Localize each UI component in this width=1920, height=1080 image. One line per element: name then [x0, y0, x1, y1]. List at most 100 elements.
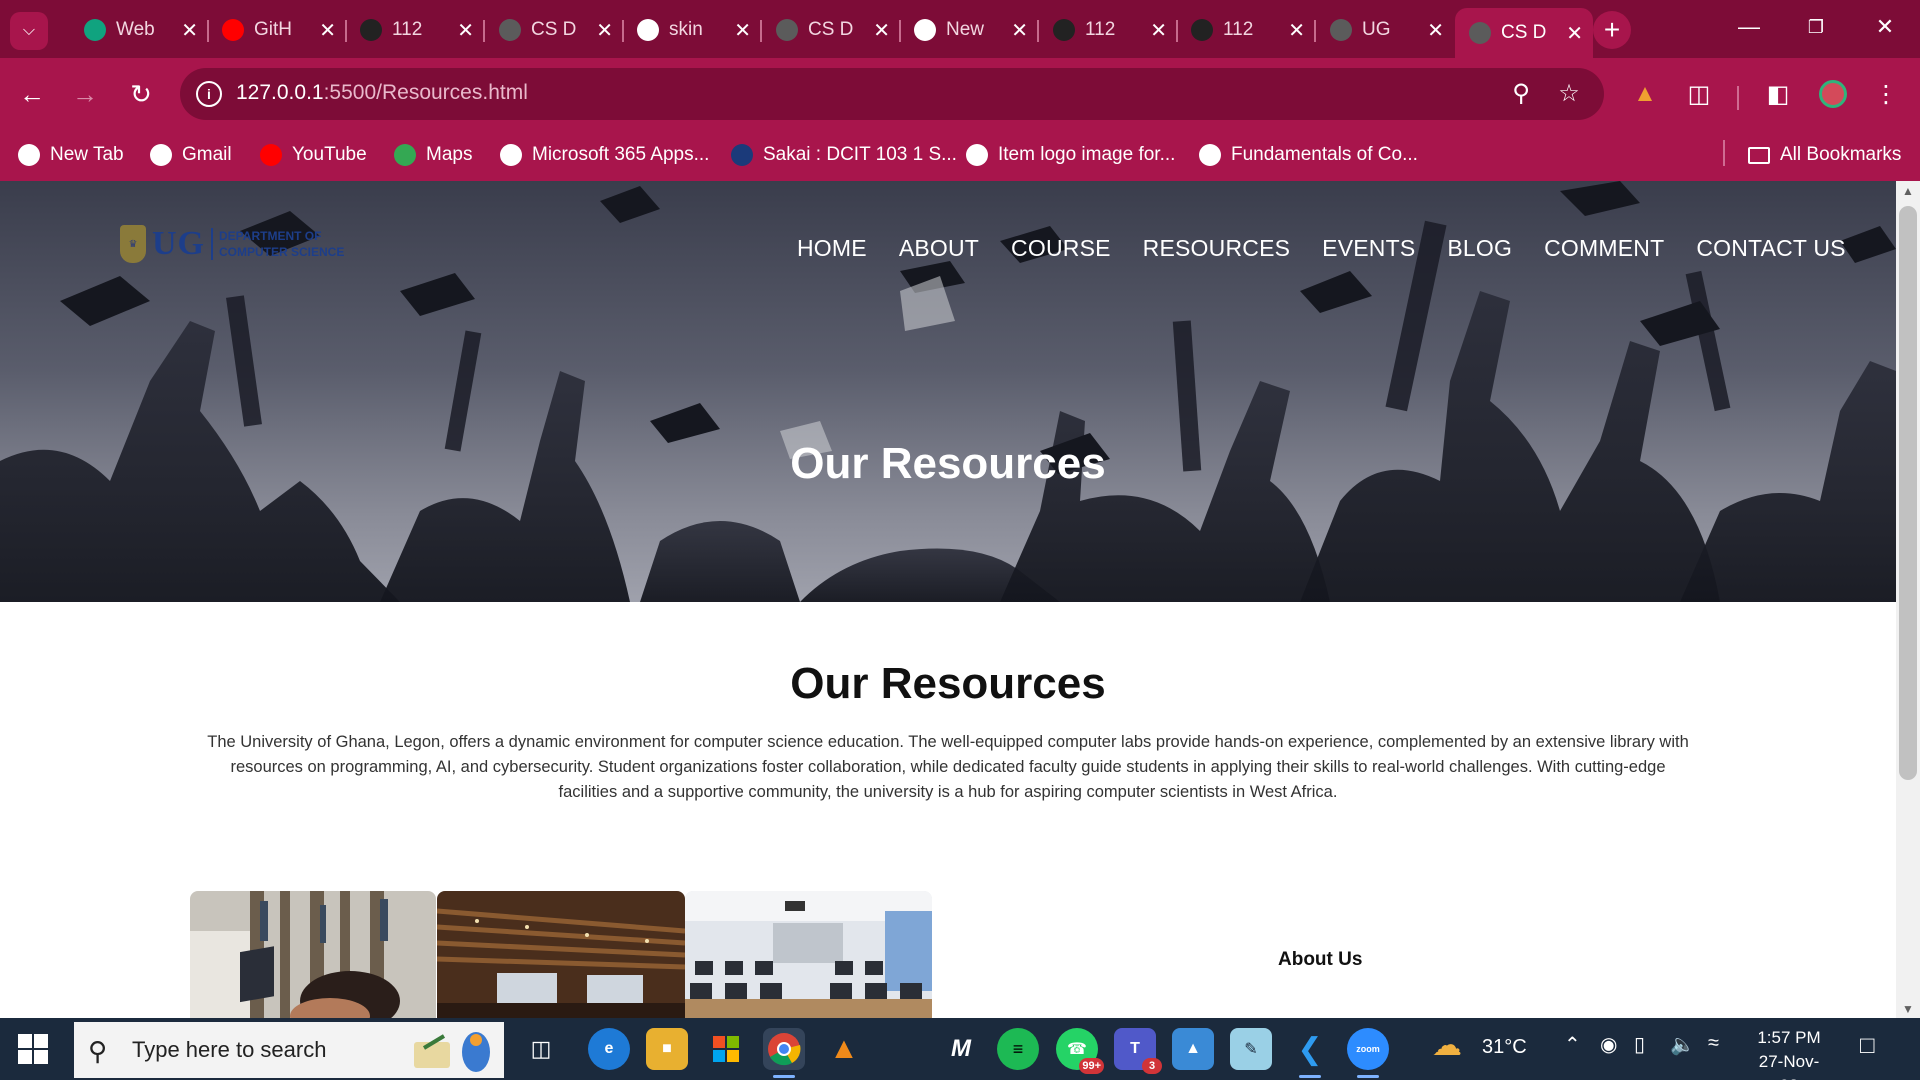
browser-tab[interactable]: 112 ✕ [1039, 10, 1178, 50]
extension-warning-icon[interactable]: ▲ [1625, 74, 1665, 114]
tab-search-button[interactable]: ⌵ [10, 12, 48, 50]
bookmarks-bar: New Tab Gmail YouTube Maps Microsoft 365 App… [0, 130, 1920, 181]
lecture-hall-photo [437, 891, 685, 1018]
whatsapp-icon[interactable]: ☎ 99+ [1056, 1028, 1104, 1074]
search-highlight-icon [414, 1032, 490, 1072]
tab-title: CS D [1501, 22, 1547, 43]
scroll-down-icon[interactable]: ▼ [1900, 1002, 1916, 1016]
task-view-icon[interactable]: ◫ [520, 1028, 562, 1070]
close-tab-icon[interactable]: ✕ [1011, 18, 1028, 43]
new-tab-button[interactable]: + [1593, 11, 1631, 49]
bookmark-item[interactable]: Sakai : DCIT 103 1 S... [731, 138, 957, 172]
notepad-icon[interactable]: ✎ [1230, 1028, 1272, 1070]
nav-link-course[interactable]: COURSE [1011, 235, 1111, 262]
scrollbar-thumb[interactable] [1899, 206, 1917, 780]
close-tab-icon[interactable]: ✕ [319, 18, 336, 43]
weather-icon[interactable]: ☁ [1432, 1028, 1462, 1063]
github-icon [360, 19, 382, 41]
all-bookmarks-label: All Bookmarks [1780, 144, 1902, 165]
tab-title: New [946, 19, 985, 40]
show-hidden-icons-icon[interactable]: ⌃ [1564, 1032, 1581, 1057]
reload-button[interactable]: ↻ [121, 74, 161, 114]
close-tab-icon[interactable]: ✕ [734, 18, 751, 43]
browser-tab[interactable]: skin ✕ [623, 10, 762, 50]
tab-title: skin [669, 19, 703, 40]
browser-tab[interactable]: CS D ✕ [762, 10, 901, 50]
extensions-icon[interactable]: ◫ [1679, 74, 1719, 114]
bookmark-label: YouTube [292, 144, 367, 165]
ug-crest-icon: ♛ [120, 225, 146, 263]
system-clock[interactable]: 1:57 PM 27-Nov-23 [1754, 1026, 1824, 1080]
side-panel-icon[interactable]: ◧ [1758, 74, 1798, 114]
more-menu-icon[interactable]: ⋮ [1866, 74, 1906, 114]
bookmark-item[interactable]: YouTube [260, 138, 367, 172]
nav-link-events[interactable]: EVENTS [1322, 235, 1415, 262]
weather-temp[interactable]: 31°C [1482, 1036, 1527, 1059]
ug-logo[interactable]: ♛ UG DEPARTMENT OF COMPUTER SCIENCE [120, 225, 344, 263]
close-tab-icon[interactable]: ✕ [873, 18, 890, 43]
profile-avatar[interactable] [1813, 74, 1853, 114]
bookmark-item[interactable]: Microsoft 365 Apps... [500, 138, 709, 172]
teams-icon[interactable]: T3 [1114, 1028, 1162, 1074]
browser-tab[interactable]: 112 ✕ [346, 10, 485, 50]
library-photo [190, 891, 436, 1018]
close-tab-icon[interactable]: ✕ [457, 18, 474, 43]
wifi-icon[interactable]: ≈ [1708, 1032, 1719, 1055]
vlc-icon[interactable]: ▲ [823, 1028, 865, 1070]
chrome-icon [914, 19, 936, 41]
browser-tab[interactable]: UG ✕ [1316, 10, 1454, 50]
nav-link-contact-us[interactable]: CONTACT US [1696, 235, 1845, 262]
edge-icon[interactable]: e [588, 1028, 630, 1070]
bookmark-item[interactable]: Fundamentals of Co... [1199, 138, 1418, 172]
all-bookmarks-button[interactable]: All Bookmarks [1748, 138, 1901, 172]
browser-tab[interactable]: New ✕ [900, 10, 1039, 50]
bookmark-item[interactable]: Maps [394, 138, 472, 172]
windows-start-icon[interactable] [18, 1034, 48, 1064]
browser-tab[interactable]: CS D ✕ [1455, 8, 1593, 58]
site-info-icon[interactable]: i [196, 81, 222, 107]
close-tab-icon[interactable]: ✕ [596, 18, 613, 43]
nav-link-home[interactable]: HOME [797, 235, 867, 262]
nav-link-resources[interactable]: RESOURCES [1143, 235, 1291, 262]
notion-icon[interactable]: M [940, 1028, 982, 1070]
browser-tab[interactable]: GitH ✕ [208, 10, 347, 50]
zoom-icon[interactable]: ⚲ [1506, 79, 1536, 109]
close-tab-icon[interactable]: ✕ [1427, 18, 1444, 43]
nav-link-blog[interactable]: BLOG [1447, 235, 1512, 262]
browser-tab[interactable]: Web ✕ [70, 10, 209, 50]
close-window-icon[interactable]: ✕ [1870, 14, 1900, 40]
section-description: The University of Ghana, Legon, offers a… [207, 733, 1689, 801]
nav-link-about[interactable]: ABOUT [899, 235, 979, 262]
close-tab-icon[interactable]: ✕ [1150, 18, 1167, 43]
photos-icon[interactable]: ▲ [1172, 1028, 1214, 1070]
bookmark-item[interactable]: Gmail [150, 138, 232, 172]
main-nav: HOME ABOUT COURSE RESOURCES EVENTS BLOG COMMEN… [797, 235, 1846, 262]
url-text[interactable]: 127.0.0.1:5500/Resources.html [236, 81, 528, 105]
browser-tab[interactable]: CS D ✕ [485, 10, 624, 50]
nav-link-comment[interactable]: COMMENT [1544, 235, 1664, 262]
close-tab-icon[interactable]: ✕ [181, 18, 198, 43]
taskbar-search[interactable]: ⚲ Type here to search [74, 1022, 504, 1078]
chrome-icon[interactable] [763, 1028, 805, 1078]
restore-icon[interactable]: ❐ [1801, 17, 1831, 38]
browser-tab[interactable]: 112 ✕ [1177, 10, 1316, 50]
vscode-icon[interactable]: ❮ [1289, 1028, 1331, 1078]
bookmark-item[interactable]: New Tab [18, 138, 124, 172]
battery-icon[interactable]: ▯ [1634, 1032, 1645, 1057]
microsoft-store-icon[interactable] [705, 1028, 747, 1070]
back-button[interactable]: ← [12, 74, 52, 114]
bookmark-item[interactable]: Item logo image for... [966, 138, 1175, 172]
volume-icon[interactable]: 🔈 [1670, 1032, 1695, 1057]
forward-button[interactable]: → [65, 74, 105, 114]
close-tab-icon[interactable]: ✕ [1288, 18, 1305, 43]
record-icon[interactable]: ◉ [1600, 1032, 1617, 1057]
address-bar[interactable]: i 127.0.0.1:5500/Resources.html ⚲ ☆ [180, 68, 1604, 120]
close-tab-icon[interactable]: ✕ [1566, 21, 1583, 46]
minimize-icon[interactable]: — [1734, 14, 1764, 40]
file-explorer-icon[interactable]: ■ [646, 1028, 688, 1070]
bookmark-star-icon[interactable]: ☆ [1554, 79, 1584, 109]
spotify-icon[interactable]: ≡ [997, 1028, 1039, 1070]
scroll-up-icon[interactable]: ▲ [1900, 184, 1916, 198]
zoom-icon[interactable]: zoom [1347, 1028, 1389, 1078]
notifications-icon[interactable]: □ [1860, 1032, 1875, 1060]
